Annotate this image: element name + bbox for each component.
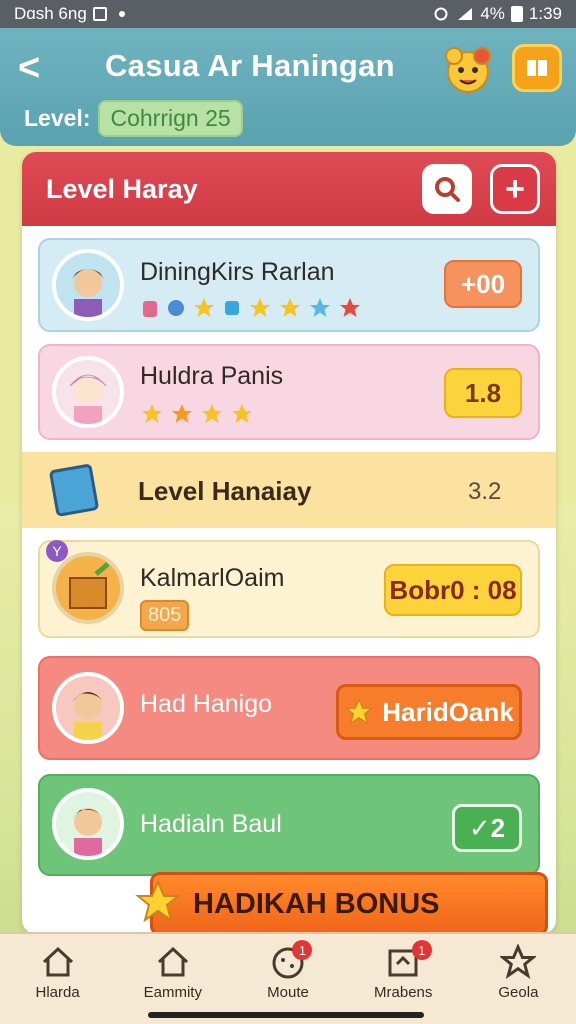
dot-icon (118, 11, 125, 17)
list-item[interactable]: Huldra Panis 1.8 (38, 344, 540, 440)
player-name: Had Hanigo (140, 690, 273, 718)
section-title: Level Hanaiay (138, 476, 312, 506)
level-label: Level: (24, 105, 91, 131)
mascot-icon[interactable] (440, 42, 496, 102)
app-header: < Casua Ar Haningan Level: Cohrrign 25 (0, 28, 576, 146)
tab-label: Eammity (143, 984, 202, 1001)
potion-icon (143, 301, 157, 317)
player-name: Hadialn Baul (140, 810, 282, 838)
coin-icon (168, 300, 184, 316)
search-button[interactable] (422, 164, 472, 214)
star-icon (232, 404, 252, 423)
timer-badge[interactable]: Bobr0 : 08 (384, 564, 522, 616)
page-title: Casua Ar Haningan (105, 48, 395, 83)
leaderboard-panel: Level Haray + DiningKirs Rarlan +00 Huld… (22, 152, 556, 934)
star-icon (135, 879, 181, 923)
tab-label: Mrabens (374, 984, 433, 1001)
reward-button[interactable]: HaridOank (336, 684, 522, 740)
notification-badge: 1 (292, 940, 313, 960)
list-item[interactable]: Hadialn Baul ✓2 (38, 774, 540, 876)
check-badge[interactable]: ✓2 (452, 804, 522, 852)
star-icon (344, 697, 374, 725)
level-value: Cohrrign 25 (98, 100, 243, 137)
tab-geola[interactable]: Geola (461, 934, 576, 1024)
score-badge[interactable]: 1.8 (444, 368, 522, 418)
menu-button[interactable] (512, 44, 562, 92)
avatar (52, 672, 124, 744)
list-item[interactable]: Y KalmarlOaim 805 Bobr0 : 08 (38, 540, 540, 638)
star-icon (142, 404, 162, 423)
player-name: Huldra Panis (140, 362, 284, 390)
panel-title: Level Haray (46, 174, 198, 204)
star-icon (250, 298, 270, 317)
star-icon (500, 944, 537, 980)
tab-moute[interactable]: 1 Moute (230, 934, 345, 1024)
star-icon (340, 298, 360, 317)
avatar (52, 788, 124, 860)
rating-stars (140, 402, 254, 426)
alarm-icon (434, 7, 448, 21)
star-icon (310, 298, 330, 317)
book-icon (527, 60, 547, 76)
house-icon (157, 946, 188, 977)
avatar (52, 552, 124, 624)
avatar (52, 249, 124, 321)
tab-mrabens[interactable]: 1 Mrabens (346, 934, 461, 1024)
tablet-icon (49, 464, 99, 517)
signal-icon (458, 8, 473, 20)
search-icon (435, 177, 460, 202)
status-left-text: Dɑsh 6ng (14, 4, 87, 23)
rewards-row (140, 296, 362, 320)
gem-icon (225, 301, 239, 315)
reward-label: HaridOank (382, 696, 514, 727)
bonus-button[interactable]: HADIKAH BONUS (150, 872, 548, 936)
notification-icon (92, 7, 107, 21)
rank-badge: Y (46, 540, 68, 562)
list-item[interactable]: DiningKirs Rarlan +00 (38, 238, 540, 332)
tab-label: Moute (267, 984, 309, 1001)
tab-label: Hlarda (35, 984, 80, 1001)
notification-badge: 1 (411, 940, 432, 960)
player-name: DiningKirs Rarlan (140, 258, 335, 286)
tab-home[interactable]: Hlarda (0, 934, 115, 1024)
home-indicator (148, 1012, 424, 1018)
panel-header: Level Haray + (22, 152, 556, 226)
battery-percent: 4% (480, 4, 505, 23)
tab-label: Geola (498, 984, 539, 1001)
section-value: 3.2 (468, 478, 502, 505)
star-icon (280, 298, 300, 317)
bonus-label: HADIKAH BONUS (193, 887, 440, 920)
battery-icon (510, 6, 523, 22)
status-bar: Dɑsh 6ng 4% 1:39 (0, 0, 576, 28)
bottom-tab-bar: Hlarda Eammity 1 Moute 1 Mrabens Geola (0, 932, 576, 1024)
back-button[interactable]: < (18, 48, 52, 88)
section-band: Level Hanaiay 3.2 (22, 452, 556, 528)
home-icon (42, 946, 73, 977)
star-icon (202, 404, 222, 423)
add-button[interactable]: + (490, 164, 540, 214)
clock: 1:39 (528, 4, 562, 23)
coin-badge: 805 (140, 600, 190, 631)
star-icon (172, 404, 192, 423)
player-name: KalmarlOaim (140, 564, 285, 592)
avatar (52, 356, 124, 428)
tab-community[interactable]: Eammity (115, 934, 230, 1024)
star-icon (194, 298, 214, 317)
list-item[interactable]: Had Hanigo HaridOank (38, 656, 540, 760)
score-badge[interactable]: +00 (444, 260, 522, 308)
